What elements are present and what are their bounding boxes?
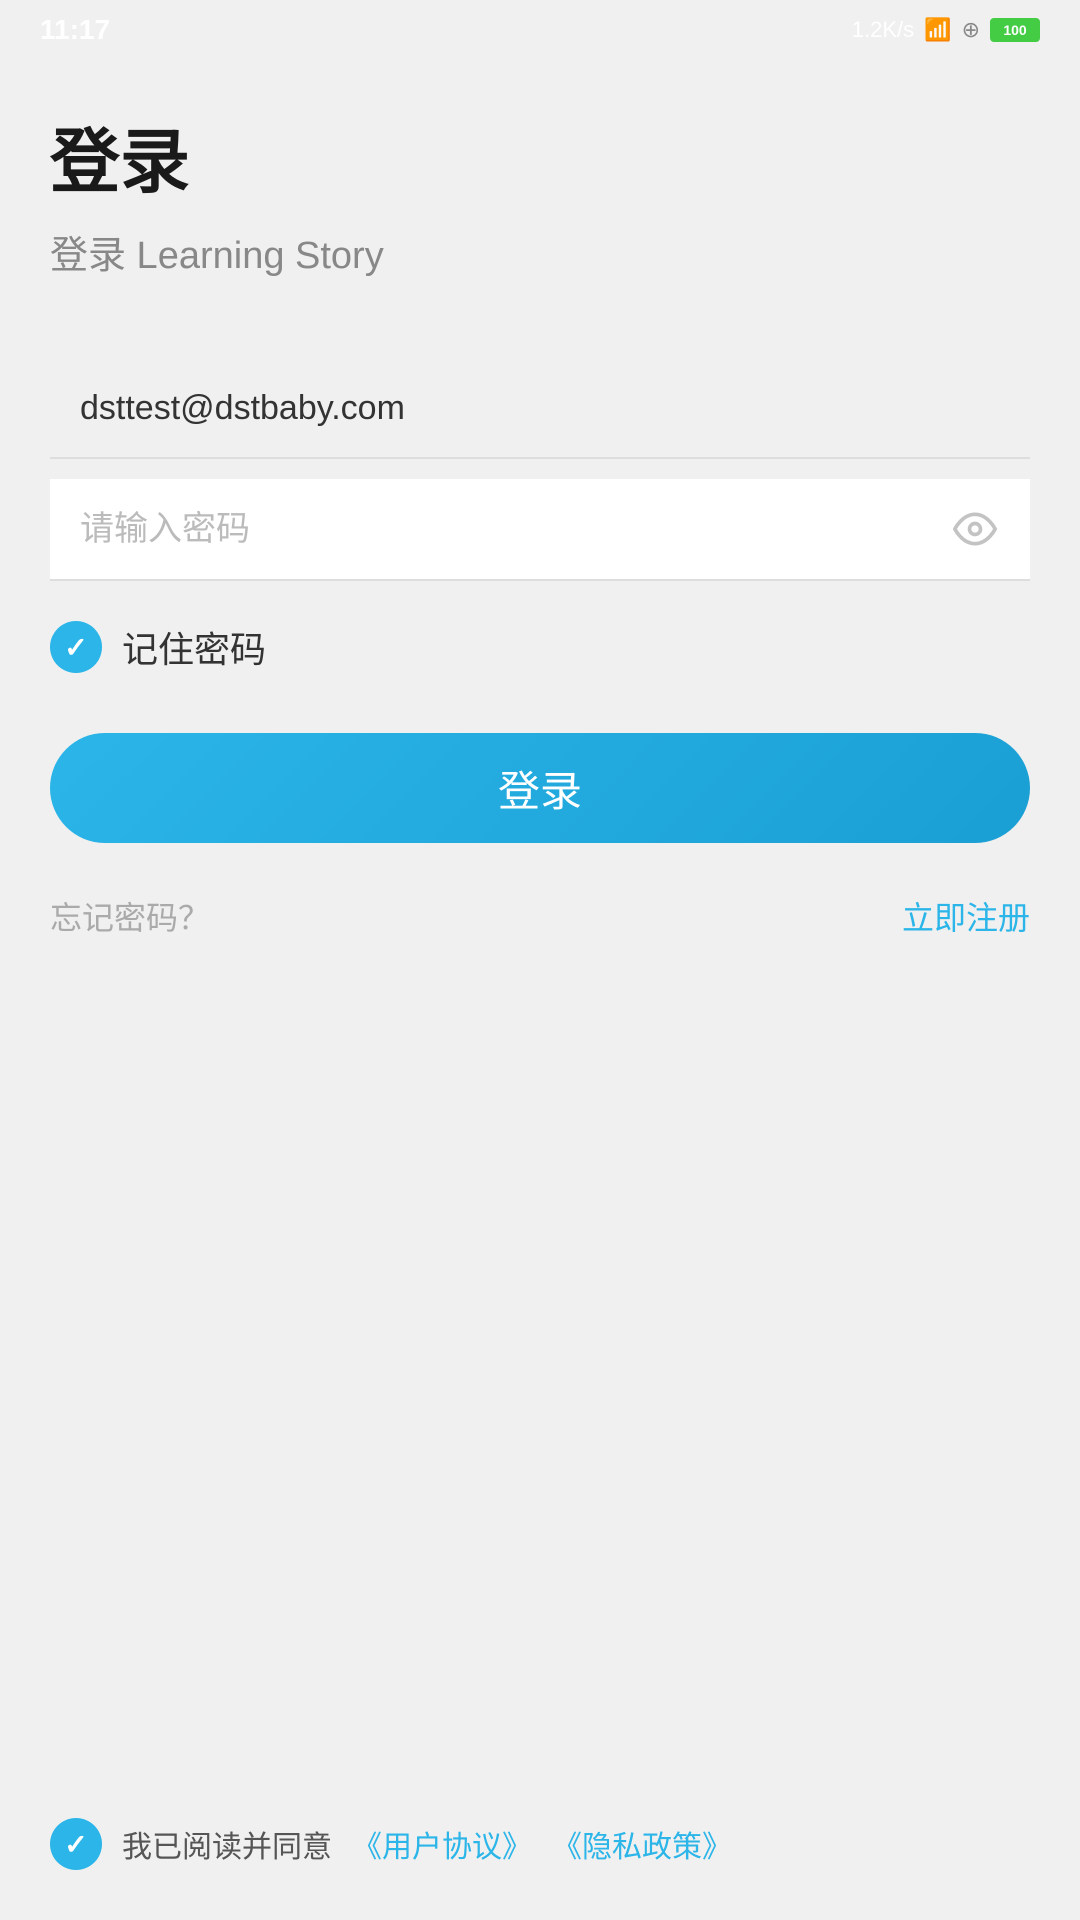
page-title: 登录 — [50, 120, 1030, 204]
bottom-links: 忘记密码？ 立即注册 — [50, 893, 1030, 939]
terms-prefix: 我已阅读并同意 — [122, 1822, 332, 1866]
status-bar: 11:17 1.2K/s 📶 ⊕ 100 — [0, 0, 1080, 60]
main-content: 登录 登录 Learning Story dsttest@dstbaby.com… — [0, 60, 1080, 939]
status-time: 11:17 — [40, 14, 110, 46]
remember-password-row: ✓ 记住密码 — [50, 621, 1030, 673]
remember-label: 记住密码 — [122, 621, 266, 673]
terms-checkbox[interactable]: ✓ — [50, 1818, 102, 1870]
network-speed: 1.2K/s — [852, 17, 914, 43]
password-input[interactable] — [50, 479, 1030, 579]
checkmark-icon: ✓ — [64, 631, 87, 664]
email-field[interactable]: dsttest@dstbaby.com — [50, 359, 1030, 459]
remember-checkbox[interactable]: ✓ — [50, 621, 102, 673]
status-icons: 1.2K/s 📶 ⊕ 100 — [852, 17, 1040, 43]
terms-checkmark-icon: ✓ — [64, 1828, 87, 1861]
privacy-policy-link[interactable]: 《隐私政策》 — [552, 1822, 732, 1866]
register-link[interactable]: 立即注册 — [902, 893, 1030, 939]
email-value: dsttest@dstbaby.com — [80, 358, 405, 458]
terms-bar: ✓ 我已阅读并同意 《用户协议》 《隐私政策》 — [0, 1818, 1080, 1870]
wifi-icon: ⊕ — [962, 17, 980, 43]
forgot-password-link[interactable]: 忘记密码？ — [50, 893, 210, 939]
battery-icon: 100 — [990, 18, 1040, 42]
password-wrapper — [50, 479, 1030, 581]
signal-icon: 📶 — [924, 17, 951, 43]
page-subtitle: 登录 Learning Story — [50, 224, 1030, 279]
toggle-password-button[interactable] — [950, 504, 1000, 554]
login-button[interactable]: 登录 — [50, 733, 1030, 843]
user-agreement-link[interactable]: 《用户协议》 — [352, 1822, 532, 1866]
